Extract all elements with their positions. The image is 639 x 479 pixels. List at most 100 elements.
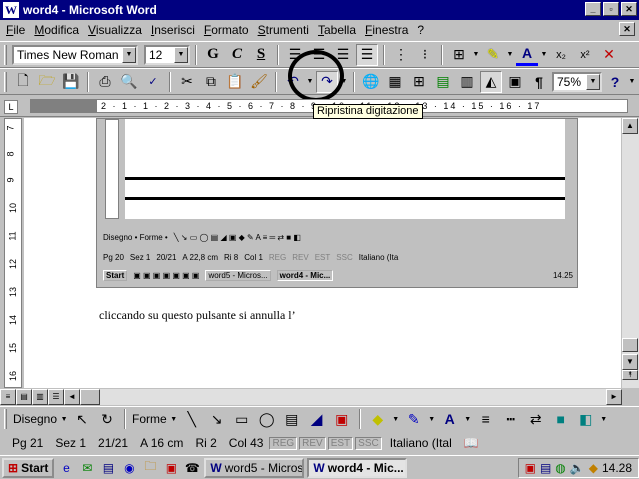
bullets-icon[interactable]: ⁝ (414, 44, 436, 66)
menu-help[interactable]: ? (417, 23, 424, 37)
format-painter-icon[interactable]: 🖌 (248, 71, 270, 93)
drawing-menu[interactable]: Disegno (13, 412, 57, 426)
subscript-icon[interactable]: x₂ (550, 44, 572, 66)
start-button[interactable]: ⊞ Start (2, 457, 55, 478)
minimize-button[interactable]: _ (585, 2, 601, 16)
arrow-style-icon[interactable]: ⇄ (525, 408, 547, 430)
outline-view-icon[interactable]: ☰ (48, 389, 64, 405)
menu-finestra[interactable]: Finestra (365, 23, 408, 37)
wordart-icon[interactable]: ◢ (306, 408, 328, 430)
show-hide-icon[interactable]: ¶ (528, 71, 550, 93)
copy-icon[interactable]: ⧉ (200, 71, 222, 93)
app-icon[interactable]: ▣ (162, 459, 180, 477)
line-icon[interactable]: ╲ (181, 408, 203, 430)
font-name-combo[interactable]: Times New Roman ▼ (12, 44, 138, 65)
chevron-down-icon[interactable]: ▼ (428, 416, 436, 423)
new-document-icon[interactable]: 🗋 (12, 71, 34, 93)
status-ovr[interactable]: SSC (355, 436, 382, 450)
channels-icon[interactable]: ◉ (120, 459, 138, 477)
font-color-icon[interactable]: A (516, 44, 538, 66)
chevron-down-icon[interactable]: ▼ (540, 51, 548, 58)
folder-icon[interactable]: 🗀 (141, 459, 159, 477)
print-preview-icon[interactable]: 🔍 (118, 71, 140, 93)
phone-icon[interactable]: ☎ (183, 459, 201, 477)
maximize-button[interactable]: ▫ (603, 2, 619, 16)
cut-icon[interactable]: ✂ (176, 71, 198, 93)
shadow-icon[interactable]: ■ (550, 408, 572, 430)
tray-icon[interactable]: ▤ (540, 461, 551, 475)
internet-explorer-icon[interactable]: e (57, 459, 75, 477)
3d-icon[interactable]: ◧ (575, 408, 597, 430)
font-color-icon[interactable]: A (439, 408, 461, 430)
font-size-combo[interactable]: 12 ▼ (144, 44, 190, 65)
save-icon[interactable]: 💾 (60, 71, 82, 93)
autoshapes-menu[interactable]: Forme (132, 412, 167, 426)
chevron-down-icon[interactable]: ▼ (392, 416, 400, 423)
help-icon[interactable]: ? (604, 71, 626, 93)
toolbar-grip[interactable] (4, 44, 7, 65)
underline-button[interactable]: S (250, 44, 272, 66)
superscript-icon[interactable]: x² (574, 44, 596, 66)
columns-icon[interactable]: ▥ (456, 71, 478, 93)
horizontal-scrollbar[interactable]: ≡ ▤ ▥ ☰ ◄ ► (0, 389, 622, 405)
spelling-status-icon[interactable]: 📖 (458, 436, 485, 450)
scroll-right-icon[interactable]: ► (606, 389, 622, 405)
menu-file[interactable]: File (6, 23, 25, 37)
open-folder-icon[interactable]: 🗁 (36, 71, 58, 93)
word-app-icon[interactable]: W (3, 2, 19, 18)
document-text[interactable]: cliccando su questo pulsante si annulla … (99, 308, 296, 323)
justify-icon[interactable]: ☰ (356, 43, 378, 66)
status-rev[interactable]: REV (299, 436, 326, 450)
chevron-down-icon[interactable]: ▼ (464, 416, 472, 423)
chevron-down-icon[interactable]: ▼ (122, 46, 136, 63)
task-word4[interactable]: W word4 - Mic... (307, 457, 408, 478)
hscroll-thumb[interactable] (80, 389, 100, 405)
insert-table-icon[interactable]: ⊞ (408, 71, 430, 93)
border-icon[interactable]: ⊞ (448, 44, 470, 66)
volume-icon[interactable]: 🔈 (570, 461, 585, 475)
scroll-left-icon[interactable]: ◄ (64, 389, 80, 405)
page-view-icon[interactable]: ▥ (32, 389, 48, 405)
scroll-down-icon[interactable]: ▼ (622, 354, 638, 370)
hyperlink-icon[interactable]: 🌐 (360, 71, 382, 93)
select-objects-icon[interactable]: ↖ (71, 408, 93, 430)
scroll-thumb[interactable] (622, 338, 638, 352)
clock[interactable]: 14.28 (602, 461, 632, 475)
embedded-screenshot[interactable]: Disegno • Forme • ╲ ↘ ▭ ◯ ▤ ◢ ▣ ◆ ✎ A ≡ … (96, 118, 578, 288)
menu-visualizza[interactable]: Visualizza (88, 23, 142, 37)
chevron-down-icon[interactable]: ▼ (628, 78, 636, 85)
close-button[interactable]: ✕ (621, 2, 637, 16)
zoom-combo[interactable]: 75% ▼ (552, 71, 602, 92)
menu-strumenti[interactable]: Strumenti (258, 23, 309, 37)
previous-page-icon[interactable]: ⯭ (622, 370, 638, 380)
tray-icon[interactable]: ▣ (525, 461, 536, 475)
print-icon[interactable]: ⎙ (94, 71, 116, 93)
chevron-down-icon[interactable]: ▼ (174, 46, 188, 63)
rectangle-icon[interactable]: ▭ (231, 408, 253, 430)
document-map-icon[interactable]: ▣ (504, 71, 526, 93)
drawing-icon[interactable]: ◭ (480, 70, 502, 93)
scroll-up-icon[interactable]: ▲ (622, 118, 638, 134)
free-rotate-icon[interactable]: ↻ (96, 408, 118, 430)
spelling-icon[interactable]: ✓ (142, 71, 164, 93)
status-language[interactable]: Italiano (Ital (384, 436, 458, 450)
arrow-icon[interactable]: ↘ (206, 408, 228, 430)
chevron-down-icon[interactable]: ▼ (600, 416, 608, 423)
task-word5[interactable]: W word5 - Micros... (204, 457, 305, 478)
clear-format-icon[interactable]: ✕ (598, 44, 620, 66)
desktop-icon[interactable]: ▤ (99, 459, 117, 477)
line-style-icon[interactable]: ≡ (475, 408, 497, 430)
chevron-down-icon[interactable]: ▼ (586, 73, 600, 90)
outlook-icon[interactable]: ✉ (78, 459, 96, 477)
tray-icon[interactable]: ◆ (589, 461, 598, 475)
menu-modifica[interactable]: Modifica (34, 23, 79, 37)
line-color-icon[interactable]: ✎ (403, 408, 425, 430)
numbering-icon[interactable]: ⋮ (390, 44, 412, 66)
vertical-scrollbar[interactable]: ▲ ▼ ⯭ (622, 118, 639, 388)
chevron-down-icon[interactable]: ▼ (506, 51, 514, 58)
tray-icon[interactable]: ◍ (555, 461, 565, 475)
dash-style-icon[interactable]: ┅ (500, 408, 522, 430)
bold-button[interactable]: G (202, 44, 224, 66)
web-view-icon[interactable]: ▤ (16, 389, 32, 405)
toolbar-grip[interactable] (4, 71, 7, 92)
